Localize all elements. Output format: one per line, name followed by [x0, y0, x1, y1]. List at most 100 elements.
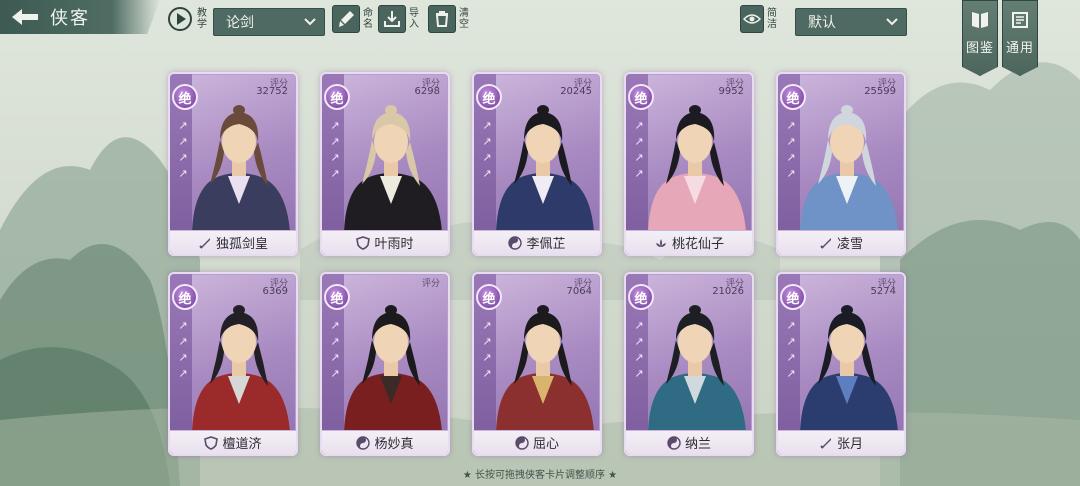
rank-badge: 绝 [172, 84, 198, 110]
lotus-icon [655, 238, 666, 247]
general-label: 通用 [1005, 41, 1034, 56]
hero-portrait [344, 305, 442, 432]
score-value: 6369 [262, 286, 288, 297]
hero-card-grid: 绝 ↗ ↗ ↗ ↗ 评分 32752 独孤剑皇绝 ↗ ↗ ↗ ↗ 评分 6298 叶雨时绝 ↗ ↗ ↗ ↗ 评分 202… [166, 72, 926, 462]
top-bar: 侠客 教学 论剑 命名 导入 清空 简洁 默认 图鉴 通用 [0, 0, 1080, 76]
star-rating: ↗ ↗ ↗ ↗ [178, 319, 188, 380]
chevron-down-icon [304, 18, 316, 26]
hero-name: 纳兰 [684, 437, 711, 452]
hero-card[interactable]: 绝 ↗ ↗ ↗ ↗ 评分 7064 屈心 [472, 272, 602, 456]
rename-label: 命名 [363, 8, 373, 30]
score-value: 9952 [718, 86, 744, 97]
hero-portrait [800, 305, 898, 432]
hero-name: 李佩芷 [526, 237, 566, 252]
hero-name: 屈心 [532, 437, 559, 452]
import-label: 导入 [409, 8, 419, 30]
rank-badge: 绝 [628, 284, 654, 310]
hero-name: 张月 [836, 437, 863, 452]
hero-name: 杨妙真 [374, 437, 414, 452]
rank-badge: 绝 [172, 284, 198, 310]
name-bar: 独孤剑皇 [170, 230, 296, 254]
star-rating: ↗ ↗ ↗ ↗ [330, 319, 340, 380]
play-icon [166, 5, 194, 33]
general-tab[interactable]: 通用 [1002, 0, 1038, 76]
name-bar: 凌雪 [778, 230, 904, 254]
score-value: 21026 [712, 286, 744, 297]
simple-label: 简洁 [767, 8, 777, 30]
score-label: 评分 [421, 279, 440, 289]
score-value: 5274 [870, 286, 896, 297]
hero-card[interactable]: 绝 ↗ ↗ ↗ ↗ 评分杨妙真 [320, 272, 450, 456]
sword-icon [820, 237, 831, 249]
star-rating: ↗ ↗ ↗ ↗ [482, 319, 492, 380]
rank-badge: 绝 [476, 84, 502, 110]
sword-icon [199, 237, 210, 249]
hero-card[interactable]: 绝 ↗ ↗ ↗ ↗ 评分 9952 桃花仙子 [624, 72, 754, 256]
tutorial-button[interactable]: 教学 [166, 4, 209, 34]
shield-icon [356, 235, 371, 250]
hero-card[interactable]: 绝 ↗ ↗ ↗ ↗ 评分 6369 檀道济 [168, 272, 298, 456]
simple-toggle[interactable]: 简洁 [740, 4, 779, 34]
hero-portrait [192, 305, 290, 432]
hero-card[interactable]: 绝 ↗ ↗ ↗ ↗ 评分 25599 凌雪 [776, 72, 906, 256]
name-bar: 屈心 [474, 430, 600, 454]
yinyang-icon [515, 435, 529, 450]
shield-icon [204, 435, 219, 450]
rank-badge: 绝 [324, 84, 350, 110]
page-title: 侠客 [50, 8, 90, 29]
rank-badge: 绝 [780, 284, 806, 310]
name-bar: 叶雨时 [322, 230, 448, 254]
score-value: 6298 [414, 86, 440, 97]
hero-card[interactable]: 绝 ↗ ↗ ↗ ↗ 评分 6298 叶雨时 [320, 72, 450, 256]
score-value: 32752 [256, 86, 288, 97]
name-bar: 桃花仙子 [626, 230, 752, 254]
rename-button[interactable]: 命名 [332, 4, 375, 34]
hero-name: 独孤剑皇 [215, 237, 268, 252]
scroll-icon [1012, 12, 1028, 28]
name-bar: 杨妙真 [322, 430, 448, 454]
yinyang-icon [667, 435, 681, 450]
hero-name: 檀道济 [222, 437, 262, 452]
rank-badge: 绝 [628, 84, 654, 110]
star-rating: ↗ ↗ ↗ ↗ [786, 119, 796, 180]
name-bar: 纳兰 [626, 430, 752, 454]
name-bar: 檀道济 [170, 430, 296, 454]
star-rating: ↗ ↗ ↗ ↗ [482, 119, 492, 180]
clear-button[interactable]: 清空 [428, 4, 471, 34]
sort-select[interactable]: 默认 [795, 8, 907, 36]
star-rating: ↗ ↗ ↗ ↗ [330, 119, 340, 180]
yinyang-icon [508, 235, 523, 250]
score-value: 7064 [566, 286, 592, 297]
rank-badge: 绝 [324, 284, 350, 310]
import-button[interactable]: 导入 [378, 4, 421, 34]
brush-icon [332, 5, 360, 33]
hero-name: 凌雪 [836, 237, 863, 252]
codex-label: 图鉴 [965, 41, 994, 56]
back-button[interactable]: 侠客 [0, 0, 160, 34]
score-value: 20245 [560, 86, 592, 97]
hero-portrait [344, 105, 442, 232]
eye-icon [740, 5, 764, 33]
star-rating: ↗ ↗ ↗ ↗ [634, 119, 644, 180]
sort-select-value: 默认 [808, 15, 836, 31]
back-arrow-icon [0, 0, 50, 34]
hero-card[interactable]: 绝 ↗ ↗ ↗ ↗ 评分 5274 张月 [776, 272, 906, 456]
star-rating: ↗ ↗ ↗ ↗ [178, 119, 188, 180]
hero-card[interactable]: 绝 ↗ ↗ ↗ ↗ 评分 21026 纳兰 [624, 272, 754, 456]
hero-portrait [648, 105, 746, 232]
rank-badge: 绝 [476, 284, 502, 310]
hero-card[interactable]: 绝 ↗ ↗ ↗ ↗ 评分 20245 李佩芷 [472, 72, 602, 256]
clear-label: 清空 [459, 8, 469, 30]
hero-card[interactable]: 绝 ↗ ↗ ↗ ↗ 评分 32752 独孤剑皇 [168, 72, 298, 256]
mode-select[interactable]: 论剑 [213, 8, 325, 36]
score-value: 25599 [864, 86, 896, 97]
hero-portrait [496, 105, 594, 232]
hero-portrait [192, 105, 290, 232]
hero-portrait [496, 305, 594, 432]
chevron-down-icon [886, 18, 898, 26]
codex-tab[interactable]: 图鉴 [962, 0, 998, 76]
sword-icon [820, 437, 831, 449]
mode-select-value: 论剑 [226, 15, 254, 31]
drag-hint: ★ 长按可拖拽侠客卡片调整顺序 ★ [462, 470, 618, 481]
yinyang-icon [356, 435, 371, 450]
